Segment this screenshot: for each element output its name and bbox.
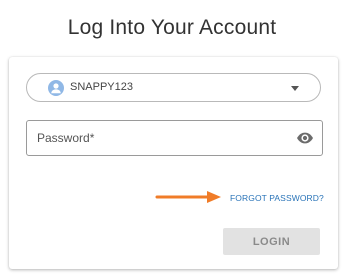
forgot-password-link[interactable]: FORGOT PASSWORD? <box>230 193 324 203</box>
password-field[interactable] <box>26 120 323 156</box>
password-input[interactable] <box>37 121 277 155</box>
eye-icon[interactable] <box>296 130 314 146</box>
user-icon <box>48 80 64 96</box>
caret-down-icon[interactable] <box>291 86 299 91</box>
account-select[interactable]: SNAPPY123 <box>26 73 321 102</box>
login-button[interactable]: LOGIN <box>223 228 320 255</box>
login-card: SNAPPY123 FORGOT PASSWORD? LOGIN <box>9 57 338 269</box>
account-select-value: SNAPPY123 <box>70 81 133 93</box>
page-title: Log Into Your Account <box>67 16 277 39</box>
login-page: Log Into Your Account SNAPPY123 FORGOT P… <box>0 0 344 280</box>
arrow-right-icon <box>155 191 221 203</box>
